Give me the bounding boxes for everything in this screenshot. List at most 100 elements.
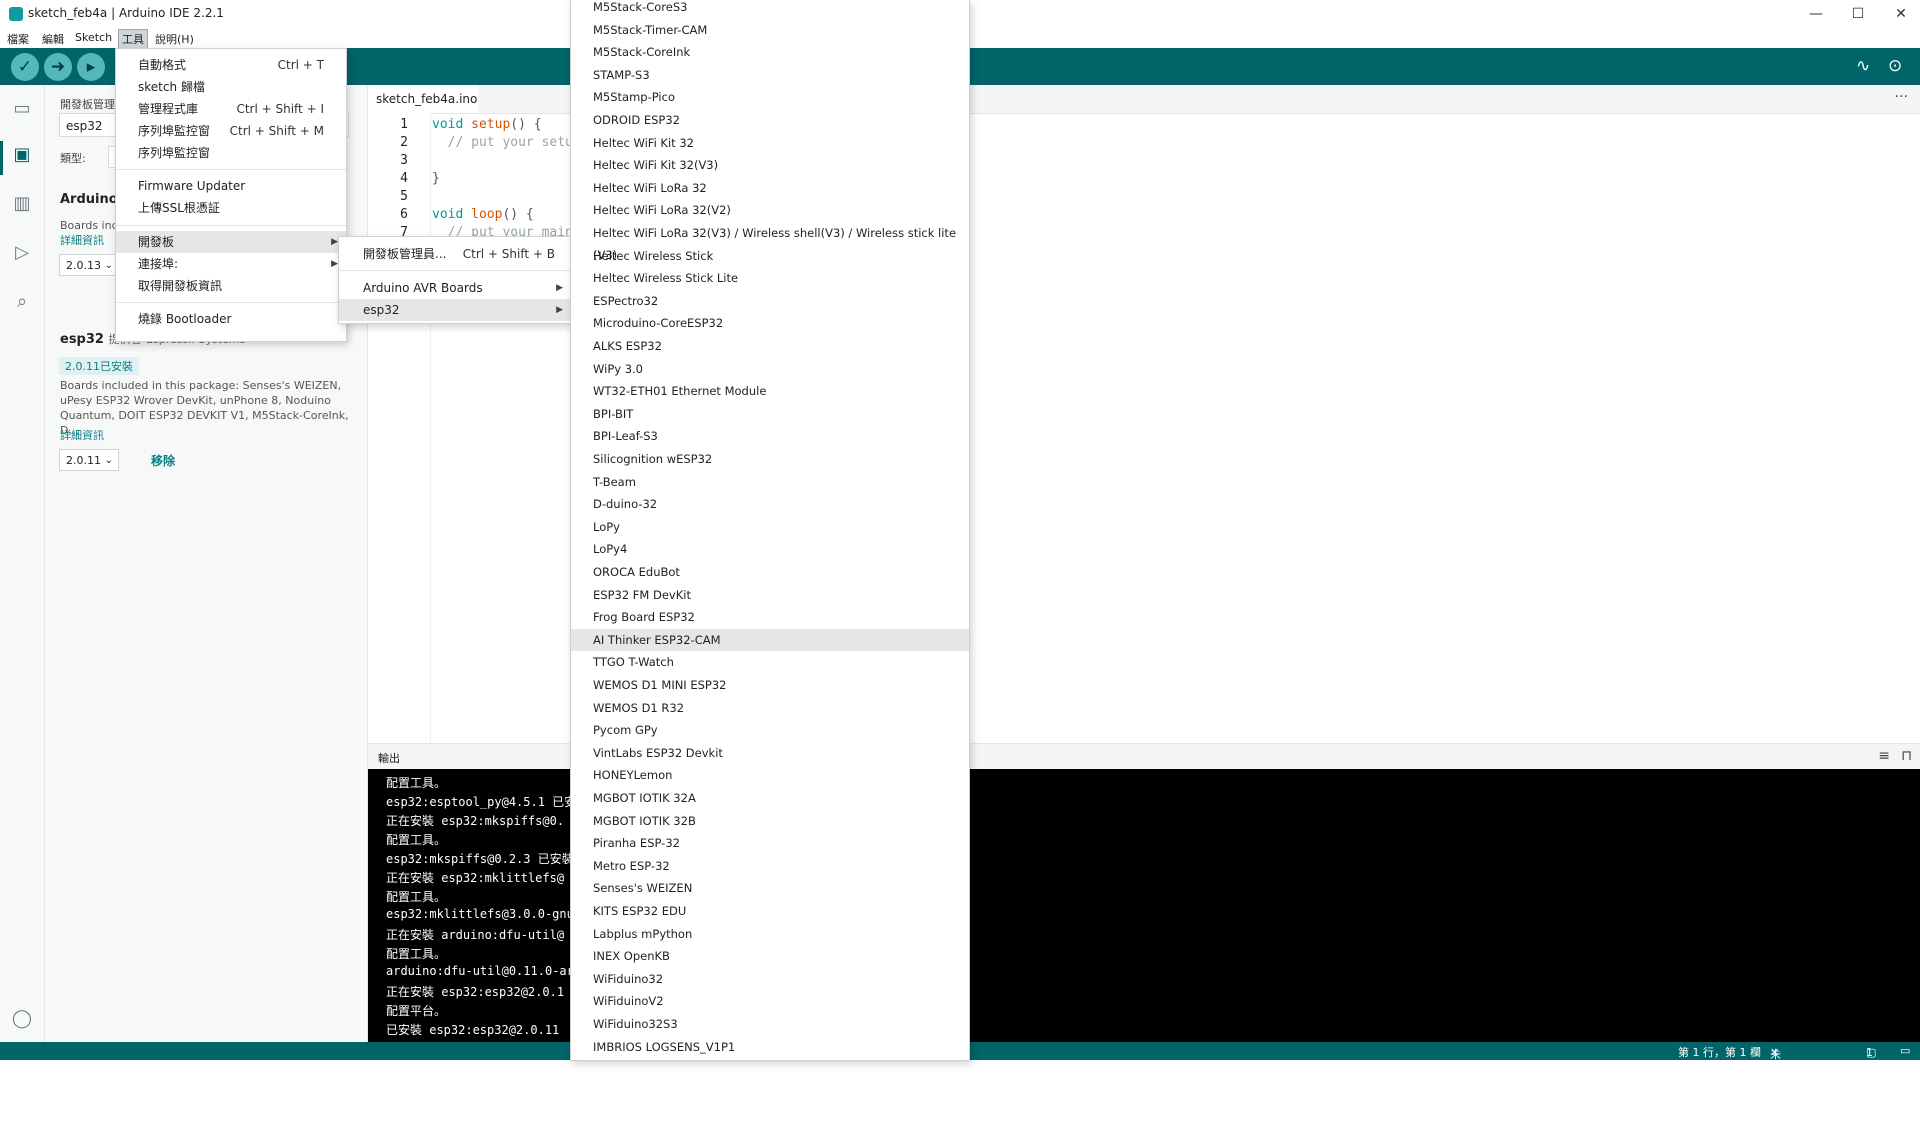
menu-item-archive-sketch[interactable]: sketch 歸檔: [116, 76, 346, 98]
board-item[interactable]: WiFiduino32: [571, 968, 969, 990]
panel-toggle-icon[interactable]: ▭: [1900, 1044, 1910, 1057]
menu-divider: [116, 169, 346, 170]
board-item[interactable]: WEMOS D1 MINI ESP32: [571, 674, 969, 696]
menu-tools[interactable]: 工具: [118, 29, 148, 49]
more-info-link[interactable]: 詳細資訊: [60, 427, 104, 443]
debug-icon[interactable]: ▷: [10, 241, 34, 265]
output-line: 已安裝 esp32:esp32@2.0.11: [386, 1023, 560, 1037]
board-item[interactable]: Heltec Wireless Stick Lite: [571, 267, 969, 289]
board-item[interactable]: Senses's WEIZEN: [571, 877, 969, 899]
board-item[interactable]: Heltec WiFi LoRa 32(V2): [571, 199, 969, 221]
verify-button[interactable]: ✓: [11, 53, 39, 81]
menu-item-serial-plotter[interactable]: 序列埠監控窗: [116, 142, 346, 164]
menu-item-firmware-updater[interactable]: Firmware Updater: [116, 175, 346, 197]
board-item[interactable]: ESP32 FM DevKit: [571, 584, 969, 606]
board-item[interactable]: M5Stamp-Pico: [571, 86, 969, 108]
board-item[interactable]: Silicognition wESP32: [571, 448, 969, 470]
menu-item-boards-manager[interactable]: 開發板管理員... Ctrl + Shift + B: [339, 243, 571, 265]
board-item[interactable]: M5Stack-Timer-CAM: [571, 19, 969, 41]
search-icon[interactable]: ⌕: [10, 290, 34, 314]
version-select[interactable]: 2.0.11 ⌄: [59, 449, 119, 471]
board-item[interactable]: D-duino-32: [571, 493, 969, 515]
code-line[interactable]: }: [432, 171, 440, 186]
board-item[interactable]: LoPy: [571, 516, 969, 538]
board-item[interactable]: KITS ESP32 EDU: [571, 900, 969, 922]
board-item[interactable]: WiFiduino32S3: [571, 1013, 969, 1035]
board-item[interactable]: STAMP-S3: [571, 64, 969, 86]
board-item[interactable]: WiPy 3.0: [571, 358, 969, 380]
board-item[interactable]: INEX OpenKB: [571, 945, 969, 967]
output-line: 正在安裝 esp32:esp32@2.0.1: [386, 985, 565, 999]
board-item[interactable]: Piranha ESP-32: [571, 832, 969, 854]
minimize-button[interactable]: —: [1806, 4, 1826, 24]
board-item[interactable]: Heltec WiFi Kit 32(V3): [571, 154, 969, 176]
serial-monitor-icon[interactable]: ⊙: [1888, 56, 1902, 76]
board-item[interactable]: M5Stack-CoreS3: [571, 0, 969, 18]
board-item[interactable]: T-Beam: [571, 471, 969, 493]
board-item[interactable]: WiFiduinoV2: [571, 990, 969, 1012]
serial-plotter-icon[interactable]: ∿: [1856, 56, 1870, 76]
board-item[interactable]: M5Stack-CoreInk: [571, 41, 969, 63]
clear-output-icon[interactable]: ≡: [1878, 748, 1890, 764]
code-line[interactable]: void setup() {: [432, 117, 542, 132]
menu-item-arduino-avr[interactable]: Arduino AVR Boards ▶: [339, 277, 571, 299]
close-button[interactable]: ✕: [1891, 4, 1911, 24]
menu-item-serial-monitor[interactable]: 序列埠監控窗 Ctrl + Shift + M: [116, 120, 346, 142]
board-item[interactable]: TTGO T-Watch: [571, 651, 969, 673]
version-select[interactable]: 2.0.13 ⌄: [59, 254, 119, 276]
board-item[interactable]: MGBOT IOTIK 32A: [571, 787, 969, 809]
board-manager-icon[interactable]: ▣: [10, 143, 34, 167]
menu-item-manage-libraries[interactable]: 管理程式庫 Ctrl + Shift + I: [116, 98, 346, 120]
board-item[interactable]: Heltec WiFi LoRa 32(V3) / Wireless shell…: [571, 222, 969, 262]
board-item[interactable]: Frog Board ESP32: [571, 606, 969, 628]
account-icon[interactable]: ◯: [10, 1007, 34, 1031]
board-item[interactable]: OROCA EduBot: [571, 561, 969, 583]
more-icon[interactable]: ···: [1895, 89, 1908, 105]
maximize-button[interactable]: ☐: [1848, 4, 1868, 24]
output-line: 配置工具。: [386, 890, 447, 904]
tab-sketch[interactable]: sketch_feb4a.ino: [368, 85, 478, 113]
code-line[interactable]: // put your setup: [432, 135, 581, 150]
board-item[interactable]: VintLabs ESP32 Devkit: [571, 742, 969, 764]
board-item[interactable]: Labplus mPython: [571, 923, 969, 945]
menu-item-esp32[interactable]: esp32 ▶: [339, 299, 571, 321]
board-item[interactable]: ALKS ESP32: [571, 335, 969, 357]
remove-button[interactable]: 移除: [151, 452, 175, 469]
board-item[interactable]: AI Thinker ESP32-CAM: [571, 628, 969, 651]
menu-item-port[interactable]: 連接埠: ▶: [116, 253, 346, 275]
menu-item-auto-format[interactable]: 自動格式 Ctrl + T: [116, 54, 346, 76]
board-item[interactable]: HONEYLemon: [571, 764, 969, 786]
board-item[interactable]: BPI-Leaf-S3: [571, 425, 969, 447]
board-item[interactable]: Heltec Wireless Stick: [571, 245, 969, 267]
board-item[interactable]: WT32-ETH01 Ethernet Module: [571, 380, 969, 402]
board-item[interactable]: Heltec WiFi LoRa 32: [571, 177, 969, 199]
folder-icon[interactable]: ▭: [10, 97, 34, 121]
menu-sketch[interactable]: Sketch: [72, 30, 115, 45]
board-item[interactable]: Metro ESP-32: [571, 855, 969, 877]
more-info-link[interactable]: 詳細資訊: [60, 232, 104, 248]
board-item[interactable]: Pycom GPy: [571, 719, 969, 741]
board-item[interactable]: LoPy4: [571, 538, 969, 560]
board-item[interactable]: BPI-BIT: [571, 403, 969, 425]
lock-icon[interactable]: ⊓: [1901, 748, 1912, 764]
board-item[interactable]: IMBRIOS LOGSENS_V1P1: [571, 1036, 969, 1058]
board-item[interactable]: Microduino-CoreESP32: [571, 312, 969, 334]
output-line: 正在安裝 arduino:dfu-util@: [386, 928, 565, 942]
menu-item-board[interactable]: 開發板 ▶: [116, 231, 346, 253]
board-item[interactable]: ESPectro32: [571, 290, 969, 312]
menu-edit[interactable]: 編輯: [39, 30, 67, 48]
cursor-position: 第 1 行，第 1 欄: [1678, 1046, 1761, 1059]
debug-button[interactable]: ▸: [77, 53, 105, 81]
menu-item-upload-ssl[interactable]: 上傳SSL根憑証: [116, 197, 346, 219]
board-item[interactable]: MGBOT IOTIK 32B: [571, 810, 969, 832]
library-icon[interactable]: ▥: [10, 192, 34, 216]
board-item[interactable]: WEMOS D1 R32: [571, 697, 969, 719]
upload-button[interactable]: ➜: [44, 53, 72, 81]
board-item[interactable]: Heltec WiFi Kit 32: [571, 132, 969, 154]
menu-item-burn-bootloader[interactable]: 燒錄 Bootloader: [116, 308, 346, 330]
menu-item-board-info[interactable]: 取得開發板資訊: [116, 275, 346, 297]
menu-file[interactable]: 檔案: [4, 30, 32, 48]
code-line[interactable]: void loop() {: [432, 207, 534, 222]
menu-help[interactable]: 說明(H): [152, 30, 197, 48]
board-item[interactable]: ODROID ESP32: [571, 109, 969, 131]
